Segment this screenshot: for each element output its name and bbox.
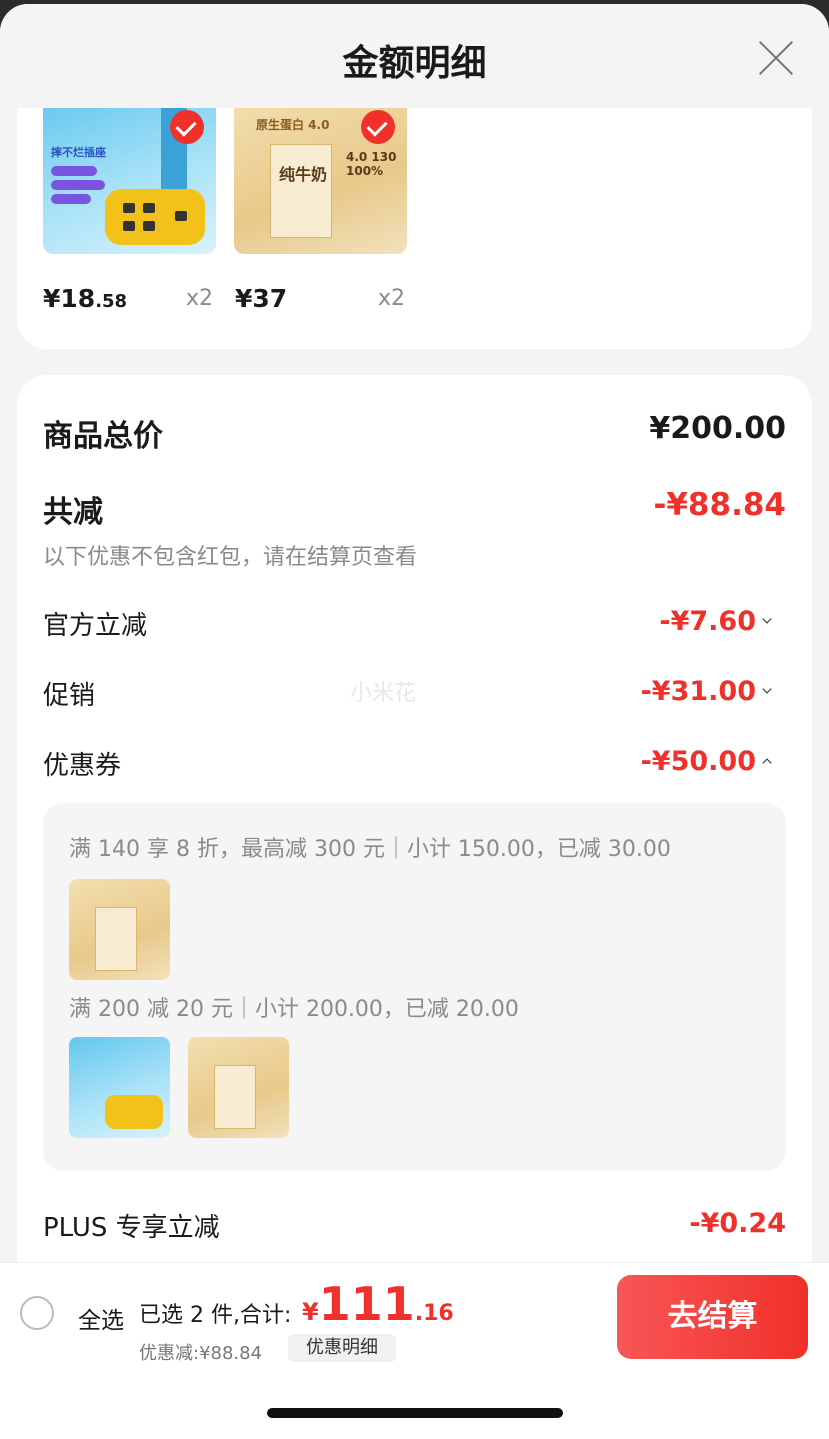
checked-icon[interactable] — [170, 110, 204, 144]
row-official-value[interactable]: -¥7.60 — [659, 606, 756, 637]
total-price: ¥111.16 — [302, 1277, 454, 1331]
plus-value: -¥0.24 — [689, 1208, 786, 1239]
plus-label: PLUS 专享立减 — [43, 1213, 220, 1243]
socket-art-text: 摔不烂插座 — [51, 146, 106, 159]
row-promo-label: 促销 — [43, 681, 96, 711]
reduce-label: 共减 — [43, 495, 103, 530]
socket-pill — [51, 180, 105, 190]
sheet-title: 金额明细 — [342, 43, 487, 84]
chevron-up-icon[interactable] — [762, 758, 772, 768]
row-coupon-value[interactable]: -¥50.00 — [641, 746, 756, 777]
summary-card: 商品总价 ¥200.00 共减 -¥88.84 以下优惠不包含红包，请在结算页查… — [17, 375, 812, 1375]
socket-body — [105, 189, 205, 245]
socket-body — [105, 1095, 163, 1129]
reduce-value: -¥88.84 — [653, 487, 787, 523]
total-value: ¥200.00 — [649, 411, 786, 446]
close-icon[interactable] — [756, 38, 796, 78]
chevron-down-icon[interactable] — [762, 614, 772, 624]
row-coupon-label: 优惠券 — [43, 751, 122, 781]
product-qty: x2 — [186, 286, 214, 311]
socket-hole — [175, 211, 187, 221]
coupon-rule: 满 140 享 8 折，最高减 300 元｜小计 150.00，已减 30.00 — [69, 837, 671, 862]
reduce-note: 以下优惠不包含红包，请在结算页查看 — [43, 545, 418, 570]
coupon-product-thumb — [69, 879, 170, 980]
socket-hole — [123, 203, 135, 213]
milk-art-text: 原生蛋白 4.0 — [256, 118, 330, 132]
coupon-rule: 满 200 减 20 元｜小计 200.00，已减 20.00 — [69, 997, 519, 1022]
select-all-label[interactable]: 全选 — [78, 1301, 124, 1335]
coupon-product-thumb — [69, 1037, 170, 1138]
coupon-product-thumb — [188, 1037, 289, 1138]
sheet-header: 金额明细 — [0, 4, 829, 108]
milk-box — [214, 1065, 256, 1129]
home-indicator — [267, 1408, 563, 1418]
checkout-button[interactable]: 去结算 — [617, 1275, 808, 1359]
chevron-down-icon[interactable] — [762, 684, 772, 694]
checked-icon[interactable] — [361, 110, 395, 144]
socket-pill — [51, 166, 97, 176]
milk-box: 纯牛奶 — [270, 144, 332, 238]
socket-pill — [51, 194, 91, 204]
bottom-safe-area — [0, 1364, 829, 1439]
select-all-radio[interactable] — [20, 1296, 54, 1330]
selected-count: 已选 2 件,合计: — [139, 1303, 292, 1328]
milk-art-sub: 纯牛奶 — [279, 165, 328, 184]
product-price: ¥18.58 — [43, 284, 128, 313]
amount-detail-sheet: 金额明细 摔不烂插座 ¥18.58 x2 原生蛋白 4.0 纯牛奶 4.0 13… — [0, 4, 829, 1439]
milk-box — [95, 907, 137, 971]
watermark: 小米花 — [350, 681, 417, 706]
coupon-detail-box: 满 140 享 8 折，最高减 300 元｜小计 150.00，已减 30.00… — [43, 803, 786, 1171]
discount-detail-button[interactable]: 优惠明细 — [288, 1334, 396, 1362]
row-official-label: 官方立减 — [43, 611, 148, 641]
discount-summary: 优惠减:¥88.84 — [139, 1343, 263, 1364]
total-label: 商品总价 — [43, 419, 163, 454]
product-qty: x2 — [378, 286, 406, 311]
socket-hole — [143, 221, 155, 231]
milk-art-deco: 4.0 130 100% — [346, 150, 397, 178]
socket-hole — [123, 221, 135, 231]
product-price: ¥37 — [235, 284, 288, 313]
row-promo-value[interactable]: -¥31.00 — [641, 676, 756, 707]
socket-hole — [143, 203, 155, 213]
checkout-bar: 全选 已选 2 件,合计: ¥111.16 优惠减:¥88.84 优惠明细 去结… — [0, 1262, 829, 1364]
